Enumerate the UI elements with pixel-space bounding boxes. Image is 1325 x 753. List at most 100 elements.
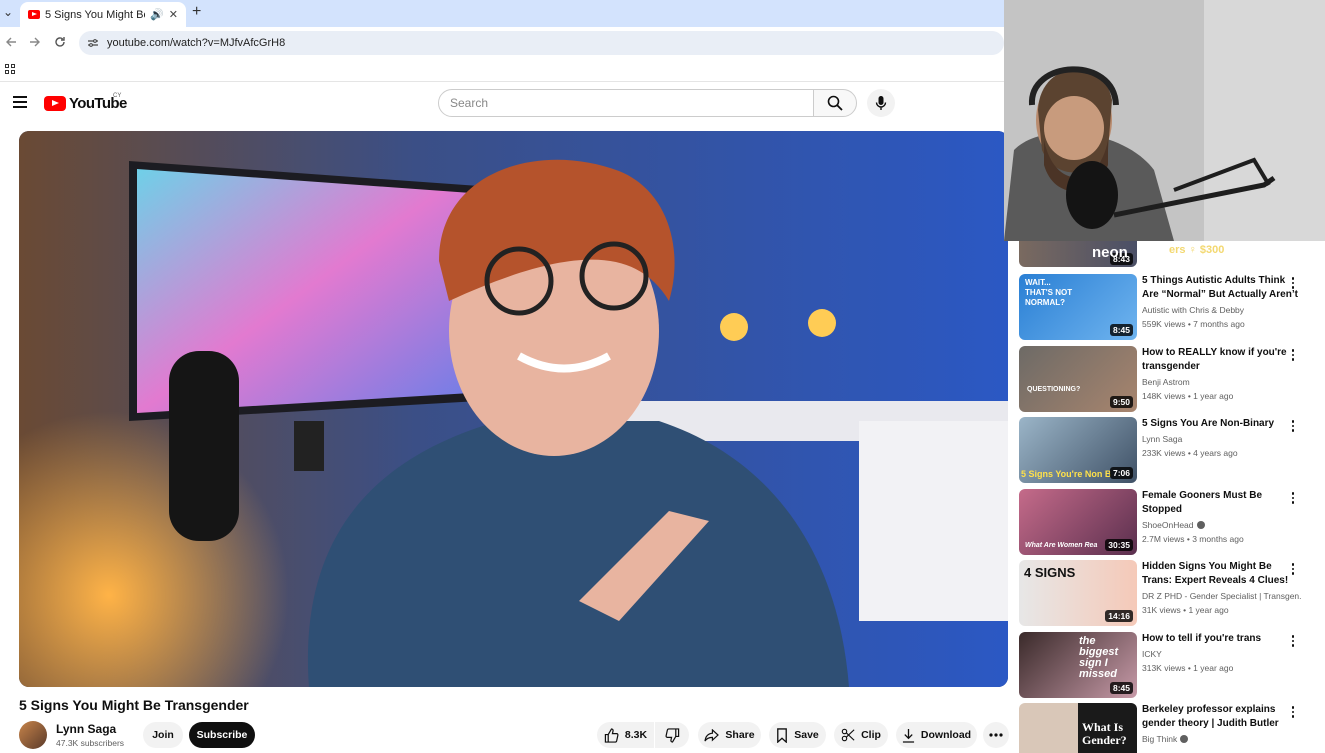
thumbs-down-icon xyxy=(664,727,679,743)
country-code: CY xyxy=(113,93,122,99)
recommendation-channel[interactable]: Benji Astrom xyxy=(1142,377,1302,387)
video-duration: 7:06 xyxy=(1109,467,1133,479)
search-button[interactable] xyxy=(813,89,857,117)
new-tab-button[interactable]: + xyxy=(192,3,201,21)
channel-name-text: ShoeOnHead xyxy=(1142,520,1194,530)
verified-badge-icon xyxy=(1180,735,1189,743)
reload-icon[interactable] xyxy=(54,36,66,48)
apps-grid-icon[interactable] xyxy=(5,64,15,74)
recommendation-thumbnail[interactable]: What Are Women Rea 30:35 xyxy=(1019,489,1137,555)
recommendation-item[interactable]: the biggest sign I missed 8:45 How to te… xyxy=(1019,632,1319,699)
video-duration: 30:35 xyxy=(1105,539,1133,551)
subscriber-count: 47.3K subscribers xyxy=(56,738,125,748)
recommendation-meta: 2.7M views • 3 months ago xyxy=(1142,534,1244,544)
address-bar[interactable]: youtube.com/watch?v=MJfvAfcGrH8 xyxy=(79,31,1004,55)
recommendation-thumbnail[interactable]: QUESTIONING? 9:50 xyxy=(1019,346,1137,412)
recommendation-meta: 233K views • 4 years ago xyxy=(1142,448,1238,458)
thumbnail-overlay-text: WAIT... THAT'S NOT NORMAL? xyxy=(1025,278,1073,307)
recommendation-title[interactable]: Hidden Signs You Might Be Trans: Expert … xyxy=(1142,560,1302,588)
share-icon xyxy=(704,728,720,742)
youtube-play-icon xyxy=(44,96,66,111)
more-vertical-icon[interactable] xyxy=(1288,276,1298,290)
recommendation-title[interactable]: Berkeley professor explains gender theor… xyxy=(1142,703,1302,731)
url-text[interactable]: youtube.com/watch?v=MJfvAfcGrH8 xyxy=(107,37,285,49)
microphone-icon xyxy=(875,96,887,110)
recommendation-meta: 31K views • 1 year ago xyxy=(1142,605,1229,615)
join-button[interactable]: Join xyxy=(143,722,183,748)
more-vertical-icon[interactable] xyxy=(1288,562,1298,576)
more-actions-button[interactable] xyxy=(983,722,1009,748)
video-player[interactable] xyxy=(19,131,1008,687)
thumbnail-overlay-text: QUESTIONING? xyxy=(1027,386,1081,393)
recommendation-item[interactable]: What Is Gender? Berkeley professor expla… xyxy=(1019,703,1319,753)
subscribe-button[interactable]: Subscribe xyxy=(189,722,255,748)
more-vertical-icon[interactable] xyxy=(1288,705,1298,719)
more-vertical-icon[interactable] xyxy=(1288,491,1298,505)
forward-arrow-icon[interactable] xyxy=(29,36,41,48)
hamburger-menu-icon[interactable] xyxy=(13,96,27,108)
share-button[interactable]: Share xyxy=(698,722,761,748)
recommendation-meta: 313K views • 1 year ago xyxy=(1142,663,1234,673)
save-button[interactable]: Save xyxy=(769,722,826,748)
recommendation-channel[interactable]: Autistic with Chris & Debby xyxy=(1142,305,1302,315)
video-frame xyxy=(19,131,1008,687)
recommendation-item[interactable]: 4 SIGNS 14:16 Hidden Signs You Might Be … xyxy=(1019,560,1319,627)
search-input[interactable]: Search xyxy=(438,89,814,117)
recommendation-thumbnail[interactable]: What Is Gender? xyxy=(1019,703,1137,753)
recommendation-item[interactable]: WAIT... THAT'S NOT NORMAL? 8:45 5 Things… xyxy=(1019,274,1319,341)
more-vertical-icon[interactable] xyxy=(1288,419,1298,433)
tab-search-chevron-icon[interactable]: ⌄ xyxy=(3,5,13,19)
video-duration: 8:45 xyxy=(1109,682,1133,694)
channel-avatar[interactable] xyxy=(19,721,47,749)
browser-tab-active[interactable]: 5 Signs You Might Be Transgender 🔊 ✕ xyxy=(20,2,186,27)
tab-title: 5 Signs You Might Be Transgender xyxy=(45,8,145,21)
more-horizontal-icon xyxy=(989,733,1003,737)
recommendation-title[interactable]: How to tell if you're trans xyxy=(1142,632,1302,646)
recommendation-thumbnail[interactable]: 5 Signs You're Non B 7:06 xyxy=(1019,417,1137,483)
webcam-overlay xyxy=(1004,0,1325,241)
channel-name-text: Big Think xyxy=(1142,734,1178,744)
download-icon xyxy=(902,728,914,743)
recommendation-title[interactable]: How to REALLY know if you're transgender xyxy=(1142,346,1302,374)
more-vertical-icon[interactable] xyxy=(1288,634,1298,648)
dislike-button[interactable] xyxy=(655,722,689,748)
recommendation-channel[interactable]: Big Think xyxy=(1142,734,1302,744)
save-label: Save xyxy=(794,729,819,741)
clip-label: Clip xyxy=(861,729,881,741)
recommendation-partial[interactable]: 8:43 neon ers ♀ $300 xyxy=(1019,241,1319,268)
recommendation-title[interactable]: 5 Things Autistic Adults Think Are “Norm… xyxy=(1142,274,1302,302)
verified-badge-icon xyxy=(1196,521,1205,529)
site-settings-icon[interactable] xyxy=(87,38,99,48)
video-title: 5 Signs You Might Be Transgender xyxy=(19,697,249,713)
thumbnail-overlay-text: the biggest sign I missed xyxy=(1079,635,1119,680)
recommendation-channel[interactable]: ICKY xyxy=(1142,649,1302,659)
recommendation-item[interactable]: QUESTIONING? 9:50 How to REALLY know if … xyxy=(1019,346,1319,413)
recommendation-title[interactable]: Female Gooners Must Be Stopped xyxy=(1142,489,1302,517)
clip-button[interactable]: Clip xyxy=(834,722,888,748)
download-button[interactable]: Download xyxy=(896,722,977,748)
share-label: Share xyxy=(725,729,755,741)
more-vertical-icon[interactable] xyxy=(1288,348,1298,362)
search-icon xyxy=(827,95,843,111)
bookmark-icon xyxy=(777,727,788,743)
recommendation-title[interactable]: 5 Signs You Are Non-Binary xyxy=(1142,417,1302,431)
webcam-frame xyxy=(1004,0,1325,241)
video-duration: 8:45 xyxy=(1109,324,1133,336)
like-button[interactable]: 8.3K xyxy=(597,722,654,748)
thumbnail-overlay-text: What Is Gender? xyxy=(1082,720,1127,747)
recommendation-channel[interactable]: Lynn Saga xyxy=(1142,434,1302,444)
recommendation-thumbnail[interactable]: 4 SIGNS 14:16 xyxy=(1019,560,1137,626)
recommendation-channel[interactable]: ShoeOnHead xyxy=(1142,520,1302,530)
recommendation-item[interactable]: 5 Signs You're Non B 7:06 5 Signs You Ar… xyxy=(1019,417,1319,484)
tab-audio-icon[interactable]: 🔊 xyxy=(150,8,164,21)
recommendation-thumbnail[interactable]: the biggest sign I missed 8:45 xyxy=(1019,632,1137,698)
recommendation-thumbnail[interactable]: WAIT... THAT'S NOT NORMAL? 8:45 xyxy=(1019,274,1137,340)
recommendation-item[interactable]: What Are Women Rea 30:35 Female Gooners … xyxy=(1019,489,1319,556)
thumbnail-overlay-text: What Are Women Rea xyxy=(1025,542,1098,549)
back-arrow-icon[interactable] xyxy=(5,36,17,48)
thumbnail-overlay-text: ers ♀ $300 xyxy=(1169,244,1225,256)
recommendation-channel[interactable]: DR Z PHD - Gender Specialist | Transgen.… xyxy=(1142,591,1302,601)
voice-search-button[interactable] xyxy=(867,89,895,117)
channel-name[interactable]: Lynn Saga xyxy=(56,722,116,736)
tab-close-icon[interactable]: ✕ xyxy=(169,8,178,21)
